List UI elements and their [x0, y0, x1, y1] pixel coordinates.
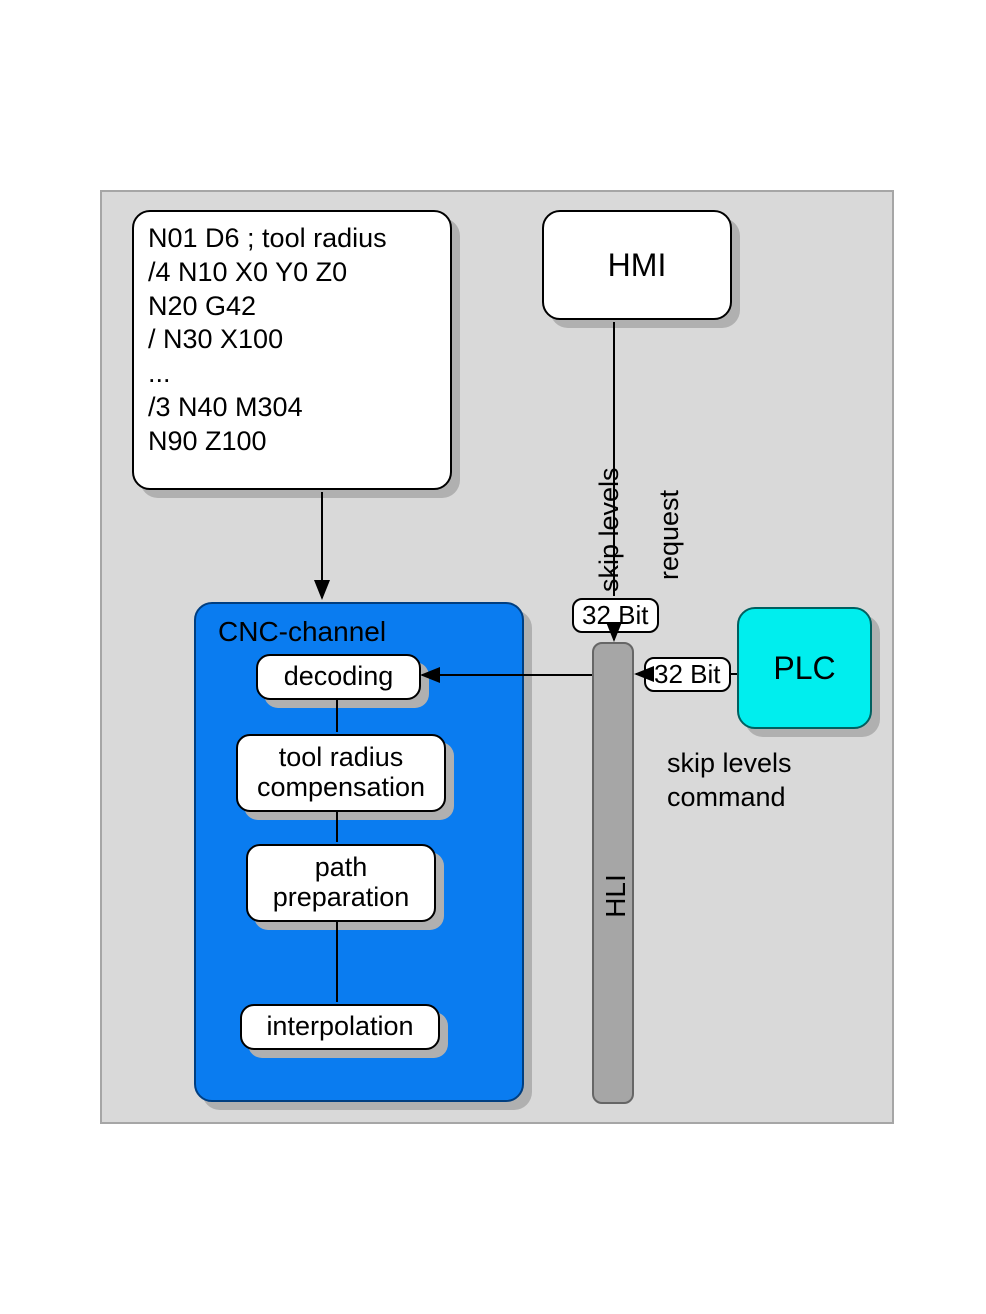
hmi-label: HMI	[608, 247, 667, 284]
cnc-title: CNC-channel	[218, 616, 386, 648]
step-path-prep: path preparation	[246, 844, 436, 922]
hmi-arrow-label-left: skip levels	[594, 467, 625, 592]
bit-tag-top: 32 Bit	[572, 598, 659, 633]
step-label: decoding	[284, 662, 394, 692]
code-line: /4 N10 X0 Y0 Z0	[148, 256, 436, 290]
code-line: N20 G42	[148, 290, 436, 324]
step-label: path preparation	[248, 853, 434, 912]
step-label: tool radius compensation	[238, 743, 444, 802]
step-decoding: decoding	[256, 654, 421, 700]
step-tool-radius-comp: tool radius compensation	[236, 734, 446, 812]
step-label: interpolation	[266, 1012, 413, 1042]
diagram-canvas: N01 D6 ; tool radius /4 N10 X0 Y0 Z0 N20…	[100, 190, 894, 1124]
code-line: N01 D6 ; tool radius	[148, 222, 436, 256]
hmi-arrow-label-right: request	[654, 490, 685, 580]
hli-bar	[592, 642, 634, 1104]
code-line: /3 N40 M304	[148, 391, 436, 425]
plc-caption: skip levels command	[667, 747, 847, 815]
bit-tag-right: 32 Bit	[644, 657, 731, 692]
step-interpolation: interpolation	[240, 1004, 440, 1050]
nc-program-box: N01 D6 ; tool radius /4 N10 X0 Y0 Z0 N20…	[132, 210, 452, 490]
cnc-channel-box: CNC-channel decoding tool radius compens…	[194, 602, 524, 1102]
code-line: N90 Z100	[148, 425, 436, 459]
code-line: ...	[148, 357, 436, 391]
plc-box: PLC	[737, 607, 872, 729]
plc-label: PLC	[773, 650, 835, 687]
hli-label: HLI	[600, 874, 632, 918]
hmi-box: HMI	[542, 210, 732, 320]
code-line: / N30 X100	[148, 323, 436, 357]
